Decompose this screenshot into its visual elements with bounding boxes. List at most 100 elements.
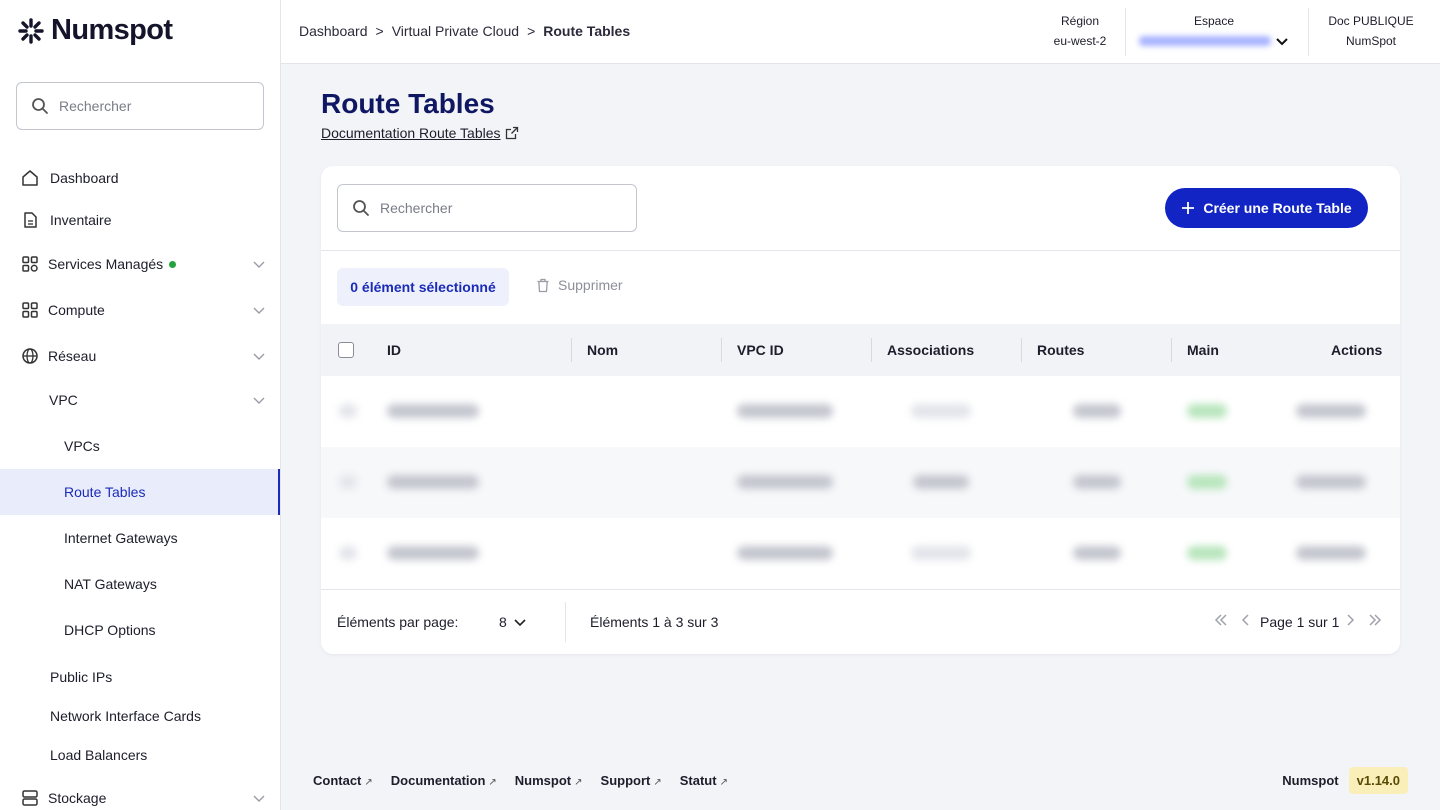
sidebar-search[interactable] bbox=[16, 82, 264, 130]
sidebar-item-label: Internet Gateways bbox=[64, 530, 178, 546]
region-selector[interactable]: Région eu-west-2 bbox=[1049, 14, 1111, 48]
sidebar-item-load-balancers[interactable]: Load Balancers bbox=[0, 735, 280, 775]
column-header-main[interactable]: Main bbox=[1187, 342, 1219, 358]
column-header-routes[interactable]: Routes bbox=[1037, 342, 1084, 358]
previous-page-icon[interactable] bbox=[1239, 612, 1251, 631]
footer-link-numspot[interactable]: Numspot ↗ bbox=[515, 773, 583, 788]
column-divider bbox=[1021, 338, 1022, 362]
external-arrow-icon: ↗ bbox=[574, 777, 583, 788]
sidebar-item-label: Stockage bbox=[48, 790, 107, 806]
espace-selector[interactable]: Espace bbox=[1139, 14, 1289, 48]
column-header-nom[interactable]: Nom bbox=[587, 342, 618, 358]
sidebar-item-label: Inventaire bbox=[50, 212, 112, 228]
sidebar-item-dhcp-options[interactable]: DHCP Options bbox=[0, 610, 280, 650]
footer-link-label: Support bbox=[600, 773, 651, 788]
table-search[interactable] bbox=[337, 184, 637, 232]
external-arrow-icon: ↗ bbox=[653, 777, 662, 788]
cell-actions-redacted[interactable] bbox=[1296, 475, 1366, 489]
cell-vpc-id-redacted bbox=[737, 546, 833, 560]
footer-link-statut[interactable]: Statut ↗ bbox=[680, 773, 728, 788]
search-icon bbox=[32, 98, 48, 114]
sidebar-item-reseau[interactable]: Réseau bbox=[0, 336, 280, 376]
footer-links: Contact ↗ Documentation ↗ Numspot ↗ Support… bbox=[313, 773, 728, 788]
footer-link-documentation[interactable]: Documentation ↗ bbox=[391, 773, 497, 788]
sidebar-item-label: Réseau bbox=[48, 348, 97, 364]
sidebar-item-label: Network Interface Cards bbox=[50, 708, 201, 724]
route-tables-card: Créer une Route Table 0 élément sélectio… bbox=[321, 166, 1400, 654]
doc-selector[interactable]: Doc PUBLIQUE NumSpot bbox=[1325, 14, 1417, 48]
sidebar-item-label: Services Managés bbox=[48, 256, 164, 272]
document-icon bbox=[20, 210, 40, 230]
sidebar-item-public-ips[interactable]: Public IPs bbox=[0, 657, 280, 697]
table-row[interactable] bbox=[321, 518, 1400, 589]
sidebar: Numspot Dashboard Inventaire Services Ma… bbox=[0, 0, 281, 810]
row-checkbox-redacted[interactable] bbox=[339, 404, 357, 418]
chevron-down-icon bbox=[1276, 38, 1288, 46]
sidebar-item-internet-gateways[interactable]: Internet Gateways bbox=[0, 518, 280, 558]
sidebar-item-stockage[interactable]: Stockage bbox=[0, 778, 280, 810]
sidebar-item-label: Route Tables bbox=[64, 484, 146, 500]
items-range: Éléments 1 à 3 sur 3 bbox=[590, 614, 719, 630]
page-indicator: Page 1 sur 1 bbox=[1260, 614, 1340, 630]
chevron-down-icon[interactable] bbox=[252, 393, 266, 407]
next-page-icon[interactable] bbox=[1345, 612, 1357, 631]
sidebar-item-services-manages[interactable]: Services Managés bbox=[0, 244, 280, 284]
column-divider bbox=[571, 338, 572, 362]
cell-actions-redacted[interactable] bbox=[1296, 546, 1366, 560]
documentation-link[interactable]: Documentation Route Tables bbox=[321, 125, 519, 141]
per-page-label: Éléments par page: bbox=[337, 614, 459, 630]
per-page-select[interactable]: 8 bbox=[499, 614, 527, 630]
chevron-down-icon[interactable] bbox=[252, 257, 266, 271]
chevron-down-icon[interactable] bbox=[252, 303, 266, 317]
row-checkbox-redacted[interactable] bbox=[339, 475, 357, 489]
cell-actions-redacted[interactable] bbox=[1296, 404, 1366, 418]
services-grid-icon bbox=[20, 254, 40, 274]
table-search-input[interactable] bbox=[380, 200, 560, 216]
cell-vpc-id-redacted bbox=[737, 475, 833, 489]
globe-icon bbox=[20, 346, 40, 366]
breadcrumb: Dashboard > Virtual Private Cloud > Rout… bbox=[299, 23, 630, 39]
sidebar-item-vpcs[interactable]: VPCs bbox=[0, 426, 280, 466]
column-header-id[interactable]: ID bbox=[387, 342, 401, 358]
sidebar-item-inventaire[interactable]: Inventaire bbox=[0, 200, 280, 240]
table-row[interactable] bbox=[321, 447, 1400, 518]
delete-button[interactable]: Supprimer bbox=[536, 277, 623, 293]
column-header-associations[interactable]: Associations bbox=[887, 342, 974, 358]
footer-link-label: Contact bbox=[313, 773, 362, 788]
sidebar-search-input[interactable] bbox=[59, 98, 239, 114]
row-checkbox-redacted[interactable] bbox=[339, 546, 357, 560]
sidebar-item-network-interface-cards[interactable]: Network Interface Cards bbox=[0, 696, 280, 736]
sidebar-item-label: Public IPs bbox=[50, 669, 113, 685]
column-header-vpc-id[interactable]: VPC ID bbox=[737, 342, 784, 358]
sidebar-item-nat-gateways[interactable]: NAT Gateways bbox=[0, 564, 280, 604]
external-arrow-icon: ↗ bbox=[488, 777, 497, 788]
cell-main-redacted bbox=[1187, 475, 1227, 489]
last-page-icon[interactable] bbox=[1367, 612, 1383, 631]
espace-label: Espace bbox=[1193, 14, 1235, 28]
sidebar-item-dashboard[interactable]: Dashboard bbox=[0, 158, 280, 198]
create-route-table-label: Créer une Route Table bbox=[1203, 200, 1352, 216]
cell-main-redacted bbox=[1187, 404, 1227, 418]
footer-link-contact[interactable]: Contact ↗ bbox=[313, 773, 373, 788]
first-page-icon[interactable] bbox=[1213, 612, 1229, 631]
select-all-checkbox[interactable] bbox=[338, 342, 354, 358]
breadcrumb-dashboard[interactable]: Dashboard bbox=[299, 23, 368, 39]
sidebar-item-vpc[interactable]: VPC bbox=[0, 380, 280, 420]
chevron-down-icon[interactable] bbox=[252, 349, 266, 363]
breadcrumb-vpc[interactable]: Virtual Private Cloud bbox=[392, 23, 519, 39]
region-label: Région bbox=[1060, 14, 1100, 28]
sidebar-item-label: VPC bbox=[49, 392, 78, 408]
cell-id-redacted bbox=[387, 404, 479, 418]
sidebar-item-compute[interactable]: Compute bbox=[0, 290, 280, 330]
chevron-down-icon[interactable] bbox=[252, 791, 266, 805]
table-row[interactable] bbox=[321, 376, 1400, 447]
documentation-link-label: Documentation Route Tables bbox=[321, 125, 501, 141]
cell-routes-redacted bbox=[1073, 546, 1121, 560]
sidebar-item-route-tables[interactable]: Route Tables bbox=[0, 469, 280, 515]
sidebar-item-label: DHCP Options bbox=[64, 622, 156, 638]
numspot-logo[interactable]: Numspot bbox=[17, 14, 173, 47]
create-route-table-button[interactable]: Créer une Route Table bbox=[1165, 188, 1368, 228]
storage-icon bbox=[20, 788, 40, 808]
selected-count-chip: 0 élément sélectionné bbox=[337, 268, 509, 306]
footer-link-support[interactable]: Support ↗ bbox=[601, 773, 662, 788]
